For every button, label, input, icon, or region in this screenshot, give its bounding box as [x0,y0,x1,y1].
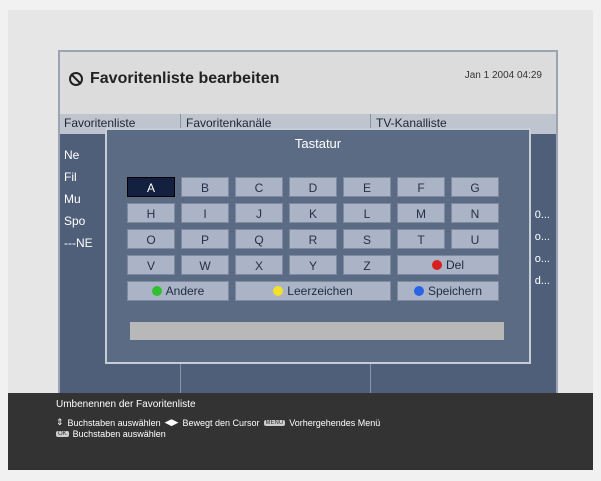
page-title-text: Favoritenliste bearbeiten [90,70,280,87]
updown-icon: ⇕ [56,417,64,427]
list-item[interactable]: Spo [64,210,93,232]
key-g[interactable]: G [451,177,499,197]
status-hint-1: ⇕ Buchstaben auswählen ◀▶ Bewegt den Cur… [56,417,380,428]
key-s[interactable]: S [343,229,391,249]
leerzeichen-button[interactable]: Leerzeichen [235,281,391,301]
list-item[interactable]: d... [535,270,550,292]
green-key-icon [151,286,162,296]
status-title: Umbenennen der Favoritenliste [56,399,196,410]
key-u[interactable]: U [451,229,499,249]
key-t[interactable]: T [397,229,445,249]
blue-key-icon [413,286,424,296]
key-q[interactable]: Q [235,229,283,249]
speichern-button[interactable]: Speichern [397,281,499,301]
key-w[interactable]: W [181,255,229,275]
list-item[interactable]: Mu [64,188,93,210]
favorites-list: Ne Fil Mu Spo ---NE [64,144,93,254]
andere-button[interactable]: Andere [127,281,229,301]
key-z[interactable]: Z [343,255,391,275]
tv-channel-list: 0... o... o... d... [535,204,550,292]
key-j[interactable]: J [235,203,283,223]
key-h[interactable]: H [127,203,175,223]
menu-key-icon: MENU [263,419,286,426]
key-e[interactable]: E [343,177,391,197]
hint-select-letters: Buchstaben auswählen [67,417,161,428]
leftright-icon: ◀▶ [164,417,179,427]
key-b[interactable]: B [181,177,229,197]
ok-key-icon: OK [56,431,69,437]
datetime: Jan 1 2004 04:29 [464,70,542,81]
key-v[interactable]: V [127,255,175,275]
key-o[interactable]: O [127,229,175,249]
key-f[interactable]: F [397,177,445,197]
key-y[interactable]: Y [289,255,337,275]
status-hint-2: OK Buchstaben auswählen [56,429,166,439]
hint-move-cursor: Bewegt den Cursor [182,417,260,428]
list-item[interactable]: 0... [535,204,550,226]
key-x[interactable]: X [235,255,283,275]
hint-previous-menu: Vorhergehendes Menü [289,417,381,428]
leerzeichen-label: Leerzeichen [287,284,353,298]
key-n[interactable]: N [451,203,499,223]
key-k[interactable]: K [289,203,337,223]
key-p[interactable]: P [181,229,229,249]
list-item[interactable]: ---NE [64,232,93,254]
hint-select-letters-ok: Buchstaben auswählen [72,429,166,439]
key-a[interactable]: A [127,177,175,197]
list-item[interactable]: o... [535,248,550,270]
key-r[interactable]: R [289,229,337,249]
key-m[interactable]: M [397,203,445,223]
red-key-icon [431,260,442,270]
keyboard-dialog: Tastatur A B C D E F G H I J K L M N O P… [105,128,531,364]
speichern-label: Speichern [427,284,483,298]
list-item[interactable]: Fil [64,166,93,188]
del-label: Del [445,258,464,272]
key-c[interactable]: C [235,177,283,197]
list-item[interactable]: Ne [64,144,93,166]
name-input[interactable] [130,322,504,340]
keyboard-title: Tastatur [294,136,342,151]
andere-label: Andere [165,284,205,298]
key-d[interactable]: D [289,177,337,197]
page-title: Favoritenliste bearbeiten [68,70,279,88]
key-l[interactable]: L [343,203,391,223]
list-item[interactable]: o... [535,226,550,248]
yellow-key-icon [273,286,284,296]
key-i[interactable]: I [181,203,229,223]
favorites-edit-icon [69,72,83,86]
del-button[interactable]: Del [397,255,499,275]
header: Favoritenliste bearbeiten Jan 1 2004 04:… [60,52,556,114]
status-bar: Umbenennen der Favoritenliste ⇕ Buchstab… [8,393,593,470]
